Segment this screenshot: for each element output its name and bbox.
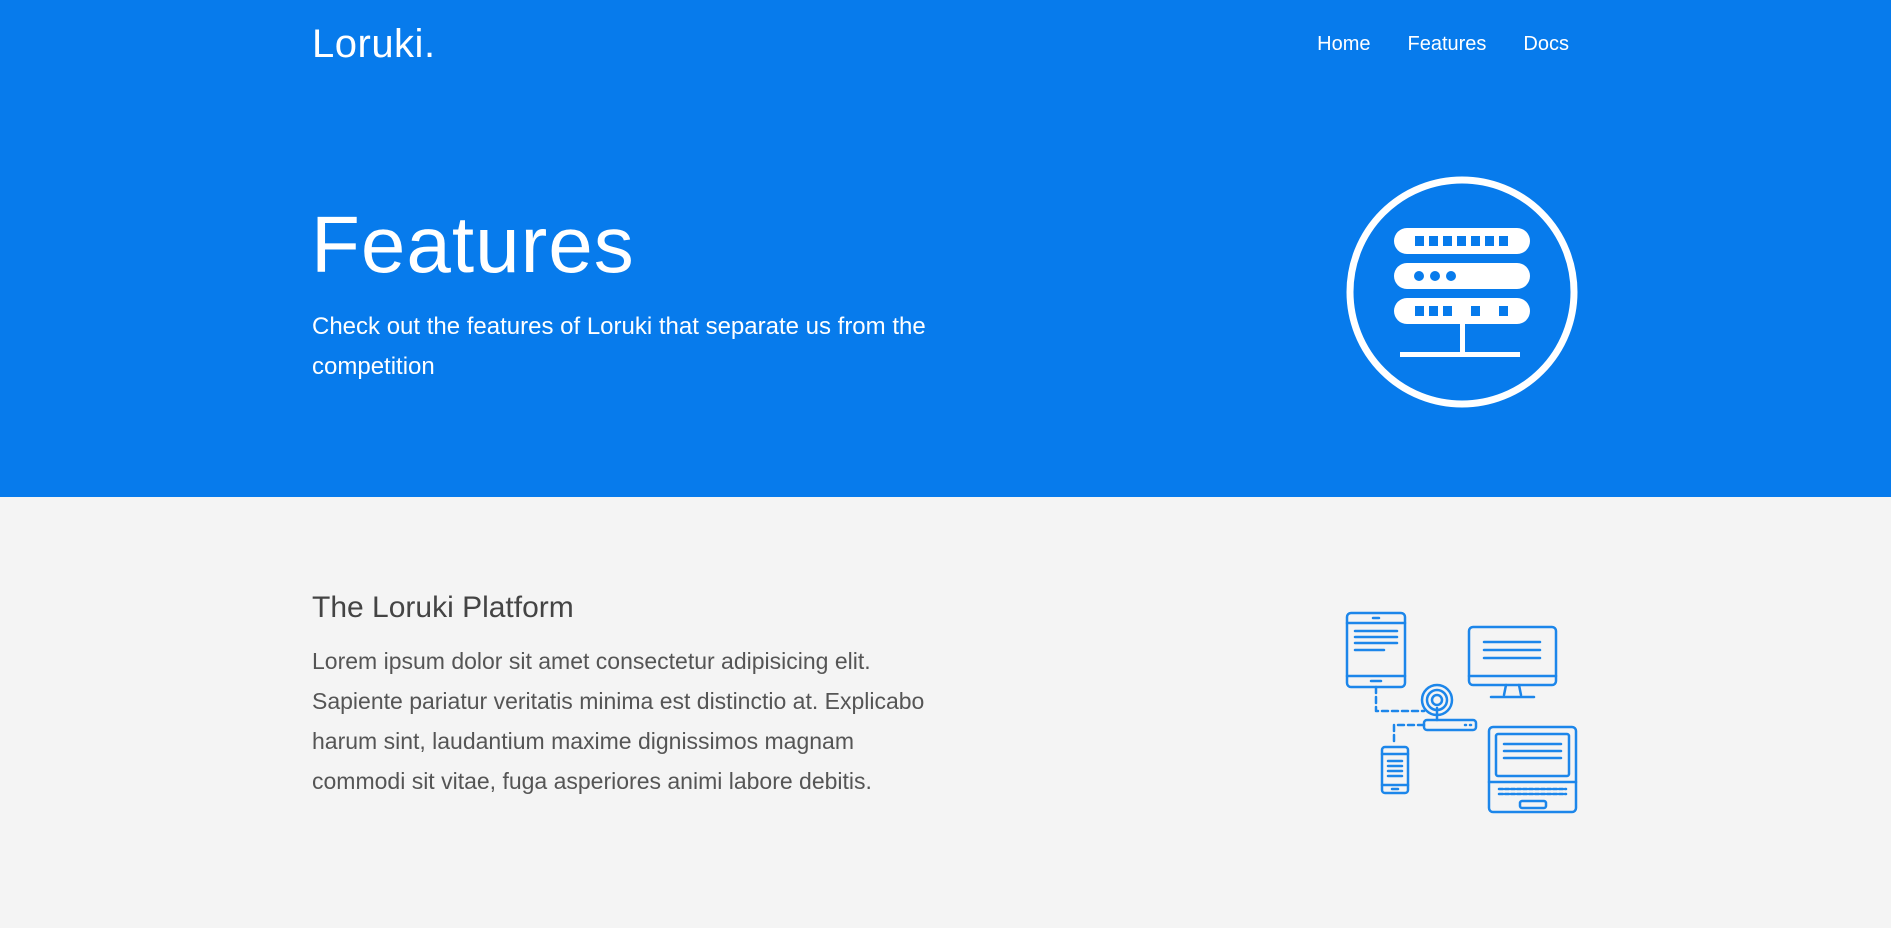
network-devices-icon xyxy=(1345,611,1578,814)
server-icon xyxy=(1346,176,1578,408)
brand-logo[interactable]: Loruki. xyxy=(312,18,436,70)
hero-section: Loruki. Home Features Docs Features Chec… xyxy=(0,0,1891,497)
page-title: Features xyxy=(311,200,635,289)
nav-features-link[interactable]: Features xyxy=(1407,30,1486,58)
platform-title: The Loruki Platform xyxy=(312,591,574,624)
platform-description: Lorem ipsum dolor sit amet consectetur a… xyxy=(312,648,925,794)
nav-docs-link[interactable]: Docs xyxy=(1523,30,1569,58)
page-subtitle: Check out the features of Loruki that se… xyxy=(312,313,926,380)
nav-home-link[interactable]: Home xyxy=(1317,30,1370,58)
main-nav: Home Features Docs xyxy=(1317,30,1569,58)
